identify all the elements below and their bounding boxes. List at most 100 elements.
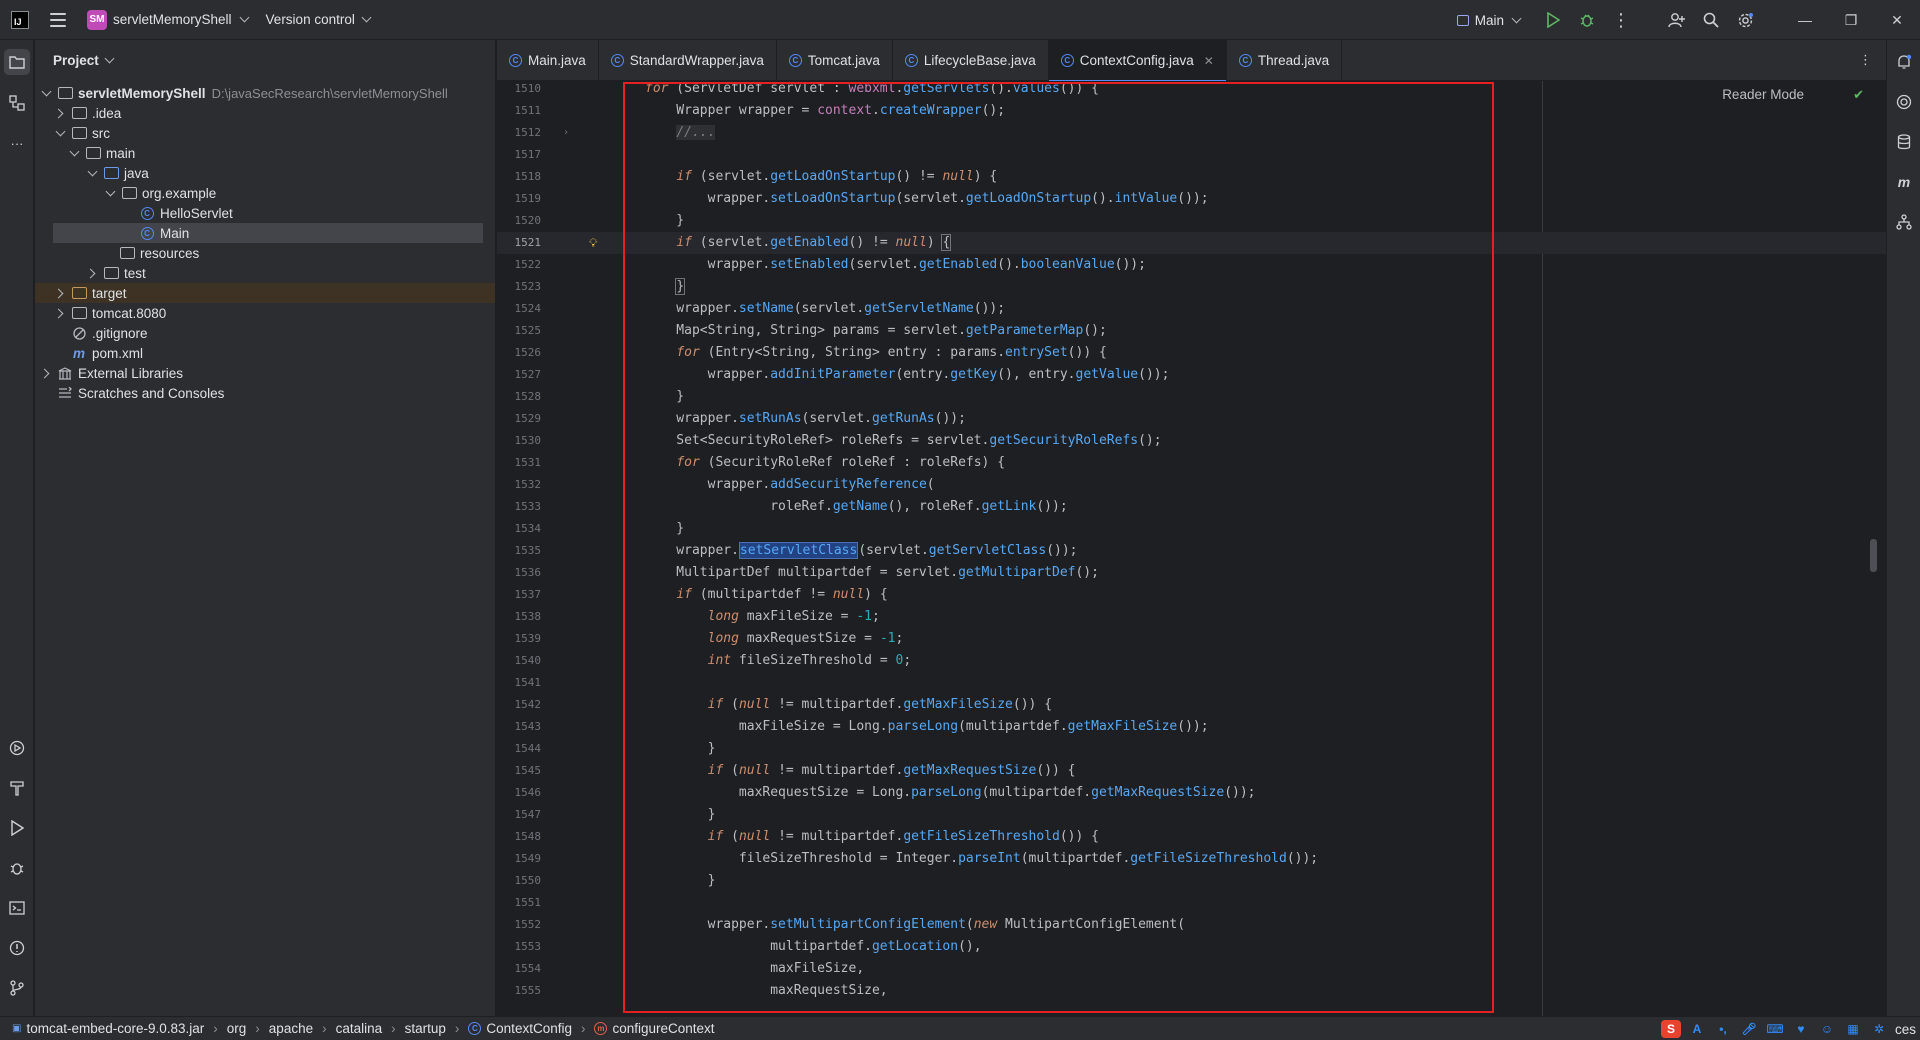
code-line[interactable]: 1534 } bbox=[497, 518, 1886, 540]
tree-item-target[interactable]: target bbox=[35, 283, 495, 303]
ime-keyboard-icon[interactable]: ⌨︎ bbox=[1765, 1020, 1785, 1038]
code-line[interactable]: 1555 maxRequestSize, bbox=[497, 980, 1886, 1002]
maven-tool-icon[interactable]: m bbox=[1891, 169, 1917, 195]
structure-tool-icon[interactable] bbox=[4, 90, 30, 116]
tabs-more-icon[interactable]: ⋮ bbox=[1859, 52, 1872, 68]
code-line[interactable]: 1529 wrapper.setRunAs(servlet.getRunAs()… bbox=[497, 408, 1886, 430]
project-switcher[interactable]: SM servletMemoryShell bbox=[87, 9, 249, 30]
tree-item-HelloServlet[interactable]: C HelloServlet bbox=[35, 203, 495, 223]
tab-standardwrapper-java[interactable]: C StandardWrapper.java bbox=[599, 40, 777, 81]
tab-contextconfig-java[interactable]: C ContextConfig.java ✕ bbox=[1048, 40, 1227, 82]
close-tab-icon[interactable]: ✕ bbox=[1204, 54, 1214, 68]
hierarchy-icon[interactable] bbox=[1891, 209, 1917, 235]
tab-tomcat-java[interactable]: C Tomcat.java bbox=[777, 40, 893, 81]
code-line[interactable]: 1543 maxFileSize = Long.parseLong(multip… bbox=[497, 716, 1886, 738]
code-line[interactable]: 1545 if (null != multipartdef.getMaxRequ… bbox=[497, 760, 1886, 782]
ime-mic-icon[interactable]: 🎤︎ bbox=[1739, 1020, 1759, 1038]
code-line[interactable]: 1510 for (ServletDef servlet : webxml.get… bbox=[497, 81, 1886, 100]
code-line[interactable]: 1521 💡︎ if (servlet.getEnabled() != null)… bbox=[497, 232, 1886, 254]
code-line[interactable]: 1551 bbox=[497, 892, 1886, 914]
code-line[interactable]: 1548 if (null != multipartdef.getFileSiz… bbox=[497, 826, 1886, 848]
tree-item-tomcat-8080[interactable]: tomcat.8080 bbox=[35, 303, 495, 323]
version-control-menu[interactable]: Version control bbox=[266, 12, 372, 27]
restore-button[interactable]: ❐ bbox=[1828, 0, 1874, 40]
add-user-icon[interactable] bbox=[1660, 0, 1694, 40]
ime-logo-icon[interactable]: S bbox=[1660, 1020, 1681, 1038]
more-actions-icon[interactable]: ⋮ bbox=[1604, 0, 1638, 40]
code-line[interactable]: 1542 if (null != multipartdef.getMaxFile… bbox=[497, 694, 1886, 716]
tree-item-scratches[interactable]: Scratches and Consoles bbox=[35, 383, 495, 403]
expand-arrow-icon[interactable] bbox=[53, 306, 67, 320]
breadcrumb-method[interactable]: m configureContext bbox=[594, 1021, 715, 1036]
expand-arrow-icon[interactable] bbox=[53, 286, 67, 300]
code-line[interactable]: 1533 roleRef.getName(), roleRef.getLink(… bbox=[497, 496, 1886, 518]
expand-arrow-icon[interactable] bbox=[53, 106, 67, 120]
notifications-icon[interactable] bbox=[1891, 49, 1917, 75]
code-line[interactable]: 1522 wrapper.setEnabled(servlet.getEnabl… bbox=[497, 254, 1886, 276]
code-line[interactable]: 1519 wrapper.setLoadOnStartup(servlet.ge… bbox=[497, 188, 1886, 210]
database-icon[interactable] bbox=[1891, 129, 1917, 155]
run-tool-icon[interactable] bbox=[4, 815, 30, 841]
close-window-button[interactable]: ✕ bbox=[1874, 0, 1920, 40]
tree-item-pom-xml[interactable]: m pom.xml bbox=[35, 343, 495, 363]
services-tool-icon[interactable] bbox=[4, 735, 30, 761]
ime-robot-icon[interactable]: ☺ bbox=[1817, 1020, 1837, 1038]
code-editor[interactable]: Reader Mode ✔ 1510 for (ServletDef servle… bbox=[497, 81, 1886, 1016]
tree-item-gitignore[interactable]: .gitignore bbox=[35, 323, 495, 343]
code-line[interactable]: 1532 wrapper.addSecurityReference( bbox=[497, 474, 1886, 496]
tab-thread-java[interactable]: C Thread.java bbox=[1227, 40, 1343, 81]
code-line[interactable]: 1538 long maxFileSize = -1; bbox=[497, 606, 1886, 628]
code-line[interactable]: 1549 fileSizeThreshold = Integer.parseIn… bbox=[497, 848, 1886, 870]
tree-item-main[interactable]: main bbox=[35, 143, 495, 163]
run-configuration-selector[interactable]: Main bbox=[1456, 13, 1522, 28]
code-line[interactable]: 1530 Set<SecurityRoleRef> roleRefs = ser… bbox=[497, 430, 1886, 452]
expand-arrow-icon[interactable] bbox=[85, 166, 99, 180]
settings-gear-icon[interactable] bbox=[1728, 0, 1762, 40]
code-line[interactable]: 1547 } bbox=[497, 804, 1886, 826]
code-line[interactable]: 1518 if (servlet.getLoadOnStartup() != n… bbox=[497, 166, 1886, 188]
more-tools-icon[interactable]: ··· bbox=[4, 130, 30, 156]
selected-method-name[interactable]: setServletClass bbox=[738, 542, 859, 559]
lightbulb-icon[interactable]: 💡︎ bbox=[589, 232, 597, 254]
code-line[interactable]: 1535 wrapper.setServletClass(servlet.get… bbox=[497, 540, 1886, 562]
expand-arrow-icon[interactable] bbox=[67, 146, 81, 160]
breadcrumb-jar[interactable]: ▣ tomcat-embed-core-9.0.83.jar bbox=[12, 1021, 204, 1036]
expand-arrow-icon[interactable] bbox=[53, 126, 67, 140]
code-line[interactable]: 1537 if (multipartdef != null) { bbox=[497, 584, 1886, 606]
run-icon[interactable] bbox=[1536, 0, 1570, 40]
tree-item-servletMemoryShell[interactable]: servletMemoryShell D:\javaSecResearch\se… bbox=[35, 83, 495, 103]
code-line[interactable]: 1512 › //... bbox=[497, 122, 1886, 144]
ime-punct-icon[interactable]: •, bbox=[1713, 1020, 1733, 1038]
fold-arrow-icon[interactable]: › bbox=[563, 122, 569, 144]
project-tool-icon[interactable] bbox=[4, 49, 30, 75]
ime-grid-icon[interactable]: ▦ bbox=[1843, 1020, 1863, 1038]
project-panel-header[interactable]: Project bbox=[35, 40, 495, 81]
code-line[interactable]: 1517 bbox=[497, 144, 1886, 166]
expand-arrow-icon[interactable] bbox=[39, 86, 53, 100]
git-tool-icon[interactable] bbox=[4, 975, 30, 1001]
ime-text-icon[interactable]: A bbox=[1687, 1020, 1707, 1038]
tab-lifecyclebase-java[interactable]: C LifecycleBase.java bbox=[893, 40, 1049, 81]
code-line[interactable]: 1520 } bbox=[497, 210, 1886, 232]
terminal-tool-icon[interactable] bbox=[4, 895, 30, 921]
tree-item-Main[interactable]: C Main bbox=[53, 223, 483, 243]
code-line[interactable]: 1552 wrapper.setMultipartConfigElement(n… bbox=[497, 914, 1886, 936]
code-line[interactable]: 1511 Wrapper wrapper = context.createWra… bbox=[497, 100, 1886, 122]
breadcrumb-contextconfig[interactable]: C ContextConfig bbox=[468, 1021, 572, 1036]
tree-item-external-libraries[interactable]: External Libraries bbox=[35, 363, 495, 383]
code-line[interactable]: 1528 } bbox=[497, 386, 1886, 408]
code-line[interactable]: 1540 int fileSizeThreshold = 0; bbox=[497, 650, 1886, 672]
breadcrumb-apache[interactable]: apache bbox=[269, 1021, 313, 1036]
code-line[interactable]: 1544 } bbox=[497, 738, 1886, 760]
main-menu-icon[interactable] bbox=[50, 12, 66, 27]
code-line[interactable]: 1526 for (Entry<String, String> entry : … bbox=[497, 342, 1886, 364]
code-line[interactable]: 1541 bbox=[497, 672, 1886, 694]
code-line[interactable]: 1524 wrapper.setName(servlet.getServletN… bbox=[497, 298, 1886, 320]
breadcrumb-catalina[interactable]: catalina bbox=[336, 1021, 383, 1036]
tree-item-org-example[interactable]: org.example bbox=[35, 183, 495, 203]
code-line[interactable]: 1553 multipartdef.getLocation(), bbox=[497, 936, 1886, 958]
code-line[interactable]: 1523 } bbox=[497, 276, 1886, 298]
code-line[interactable]: 1554 maxFileSize, bbox=[497, 958, 1886, 980]
debug-tool-icon[interactable] bbox=[4, 855, 30, 881]
code-line[interactable]: 1546 maxRequestSize = Long.parseLong(mul… bbox=[497, 782, 1886, 804]
